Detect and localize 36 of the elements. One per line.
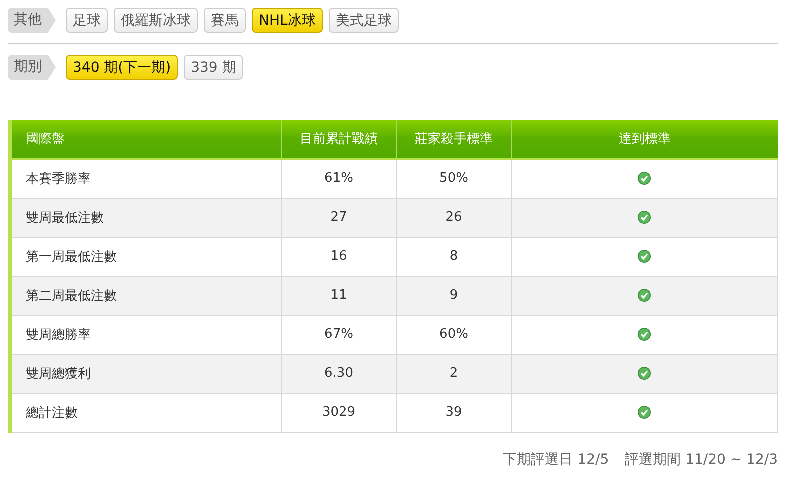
table-cell: 第一周最低注數 (10, 237, 282, 276)
table-cell: 雙周總勝率 (10, 315, 282, 354)
table-cell: 39 (396, 393, 512, 432)
table-cell: 67% (282, 315, 396, 354)
column-header: 國際盤 (10, 120, 282, 159)
table-cell: 6.30 (282, 354, 396, 393)
filter-tab[interactable]: 足球 (66, 8, 108, 33)
table-cell: 雙周總獲利 (10, 354, 282, 393)
column-header: 目前累計戰績 (282, 120, 396, 159)
filter-tab[interactable]: 美式足球 (328, 8, 399, 33)
table-cell: 3029 (282, 393, 396, 432)
filter-tab[interactable]: 340 期(下一期) (66, 55, 178, 80)
table-cell: 9 (396, 276, 512, 315)
table-cell: 11 (282, 276, 396, 315)
table-cell: 本賽季勝率 (10, 159, 282, 198)
table-cell: 總計注數 (10, 393, 282, 432)
column-header: 莊家殺手標準 (396, 120, 512, 159)
filter-tab[interactable]: 339 期 (184, 55, 244, 80)
filter-label: 其他 (8, 8, 56, 33)
filter-tab[interactable]: 俄羅斯冰球 (114, 8, 198, 33)
table-cell: 26 (396, 198, 512, 237)
next-selection-date: 下期評選日 12/5 (503, 450, 610, 468)
selection-period: 評選期間 11/20 ~ 12/3 (625, 450, 778, 468)
table-cell: 2 (396, 354, 512, 393)
filter-tab[interactable]: 賽馬 (204, 8, 246, 33)
table-cell: 雙周最低注數 (10, 198, 282, 237)
table-cell: 第二周最低注數 (10, 276, 282, 315)
column-header: 達到標準 (512, 120, 778, 159)
table-cell: 27 (282, 198, 396, 237)
table-cell: 61% (282, 159, 396, 198)
table-cell: 60% (396, 315, 512, 354)
table-cell: 50% (396, 159, 512, 198)
table-cell: 16 (282, 237, 396, 276)
table-cell: 8 (396, 237, 512, 276)
filter-tab[interactable]: NHL冰球 (252, 8, 323, 33)
filter-label: 期別 (8, 55, 56, 80)
